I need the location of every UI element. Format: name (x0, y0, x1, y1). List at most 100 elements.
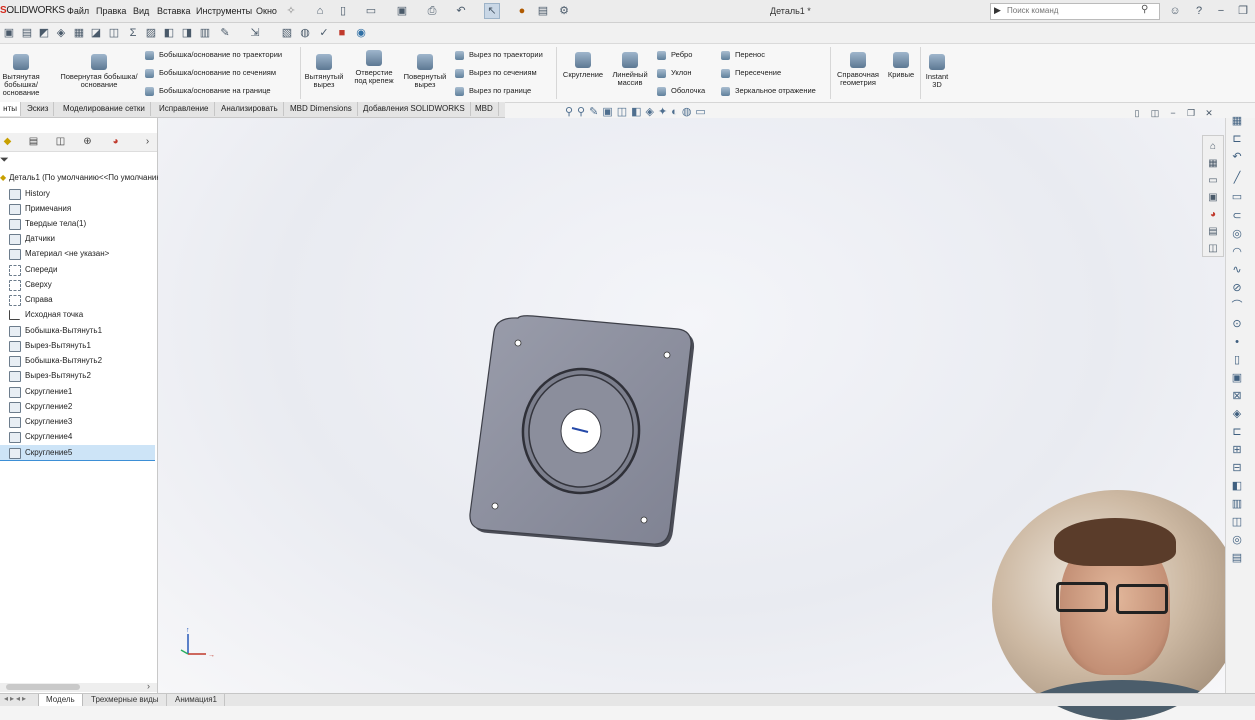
panel-more-icon[interactable]: › (140, 135, 155, 148)
sketch-ellipse-icon[interactable]: ⊘ (1230, 282, 1244, 294)
sketch-extend-icon[interactable]: ⊟ (1230, 462, 1244, 474)
reference-geometry-button[interactable]: Справочная геометрия (834, 52, 882, 87)
sketch-arc-icon[interactable]: ◠ (1230, 246, 1244, 258)
toolbar-icon-12[interactable]: ▥ (198, 26, 212, 40)
tree-item-origin[interactable]: Исходная точка (0, 307, 157, 322)
sketch-fillet-icon[interactable]: ⌒ (1230, 300, 1244, 312)
tree-item-fillet4[interactable]: Скругление4 (0, 429, 157, 444)
restore-icon[interactable]: ❐ (1236, 4, 1250, 18)
toolbar-icon-16[interactable]: ◍ (298, 26, 312, 40)
pin-icon[interactable]: ✧ (284, 4, 298, 18)
property-manager-tab-icon[interactable]: ▤ (26, 135, 41, 148)
tree-item-front-plane[interactable]: Спереди (0, 262, 157, 277)
extruded-cut-button[interactable]: Вытянутый вырез (304, 54, 344, 89)
sketch-text-icon[interactable]: ▯ (1230, 354, 1244, 366)
menu-edit[interactable]: Правка (96, 6, 126, 16)
tab-3d-views[interactable]: Трехмерные виды (84, 694, 167, 706)
print-icon[interactable]: ⎙ (425, 4, 439, 18)
toolbar-icon-6[interactable]: ◪ (89, 26, 103, 40)
toolbar-icon-4[interactable]: ◈ (54, 26, 68, 40)
boundary-boss-button[interactable]: Бобышка/основание на границе (145, 86, 271, 96)
tab-scroll-arrows-icon[interactable]: ◂▸◂▸ (4, 694, 28, 703)
custom-properties-icon[interactable]: ▤ (1206, 225, 1220, 239)
tree-root[interactable]: ◆ Деталь1 (По умолчанию<<По умолчанию>) (0, 170, 170, 185)
filter-icon[interactable]: ⏷ (0, 154, 9, 167)
user-icon[interactable]: ☺ (1168, 4, 1182, 18)
hole-wizard-button[interactable]: Отверстие под крепеж (350, 50, 398, 85)
tab-sketch[interactable]: Эскиз (22, 102, 55, 116)
tree-item-right-plane[interactable]: Справа (0, 292, 157, 307)
sketch-undo-icon[interactable]: ↶ (1230, 151, 1244, 163)
lofted-cut-button[interactable]: Вырез по сечениям (455, 68, 537, 78)
curves-button[interactable]: Кривые (884, 52, 918, 79)
new-document-icon[interactable]: ▯ (336, 4, 350, 18)
menu-tools[interactable]: Инструменты (196, 6, 252, 16)
sketch-point-icon[interactable]: • (1230, 336, 1244, 348)
appearances-icon[interactable]: ◕ (1206, 208, 1220, 222)
sketch-polygon-icon[interactable]: ⊙ (1230, 318, 1244, 330)
sketch-rectangle-icon[interactable]: ⊏ (1230, 133, 1244, 145)
tab-mbd-dimensions[interactable]: MBD Dimensions (285, 102, 358, 116)
toolbar-icon-14[interactable]: ⇲ (248, 26, 262, 40)
sketch-plane-icon[interactable]: ▣ (1230, 372, 1244, 384)
shell-button[interactable]: Оболочка (657, 86, 705, 96)
toolbar-icon-13[interactable]: ✎ (218, 26, 232, 40)
panel-horizontal-scrollbar[interactable]: › (0, 681, 157, 692)
intersect-button[interactable]: Пересечение (721, 68, 781, 78)
feature-manager-tab-icon[interactable]: ◆ (0, 135, 15, 148)
rebuild-icon[interactable]: ● (515, 4, 529, 18)
tree-item-annotations[interactable]: Примечания (0, 201, 157, 216)
search-box[interactable]: ▶ ⚲ (990, 3, 1160, 20)
menu-view[interactable]: Вид (133, 6, 149, 16)
open-icon[interactable]: ▭ (364, 4, 378, 18)
heads-up-view-toolbar[interactable]: ⚲⚲✎▣◫◧◈✦◐◍▭ (565, 105, 710, 118)
sketch-grid-icon[interactable]: ▦ (1230, 115, 1244, 127)
toolbar-icon-1[interactable]: ▣ (2, 26, 16, 40)
tab-solidworks-addins[interactable]: Добавления SOLIDWORKS (358, 102, 471, 116)
tree-item-boss-extrude1[interactable]: Бобышка-Вытянуть1 (0, 323, 157, 338)
menu-insert[interactable]: Вставка (157, 6, 190, 16)
toolbar-icon-15[interactable]: ▧ (280, 26, 294, 40)
file-explorer-icon[interactable]: ▭ (1206, 174, 1220, 188)
tab-evaluate[interactable]: Анализировать (216, 102, 284, 116)
fillet-button[interactable]: Скругление (560, 52, 606, 79)
stop-icon[interactable]: ■ (335, 26, 349, 40)
solidworks-logo[interactable]: SOLIDWORKS (0, 5, 65, 16)
tree-item-cut-extrude1[interactable]: Вырез-Вытянуть1 (0, 338, 157, 353)
lofted-boss-button[interactable]: Бобышка/основание по сечениям (145, 68, 276, 78)
extruded-boss-button[interactable]: Вытянутая бобышка/основание (0, 54, 42, 97)
tree-item-material[interactable]: Материал <не указан> (0, 246, 157, 261)
home-icon[interactable]: ⌂ (313, 4, 327, 18)
sketch-slot-icon[interactable]: ⊂ (1230, 210, 1244, 222)
select-arrow-icon[interactable]: ↖ (484, 3, 500, 19)
tree-item-boss-extrude2[interactable]: Бобышка-Вытянуть2 (0, 353, 157, 368)
task-home-icon[interactable]: ⌂ (1206, 140, 1220, 154)
tree-item-fillet1[interactable]: Скругление1 (0, 384, 157, 399)
tab-mbd[interactable]: MBD (470, 102, 499, 116)
revolved-boss-button[interactable]: Повернутая бобышка/основание (60, 54, 138, 89)
draft-button[interactable]: Уклон (657, 68, 692, 78)
instant3d-button[interactable]: Instant 3D (922, 54, 952, 89)
configuration-manager-tab-icon[interactable]: ◫ (53, 135, 68, 148)
swept-cut-button[interactable]: Вырез по траектории (455, 50, 543, 60)
tree-item-sensors[interactable]: Датчики (0, 231, 157, 246)
mirror-button[interactable]: Зеркальное отражение (721, 86, 816, 96)
view-palette-icon[interactable]: ▣ (1206, 191, 1220, 205)
linear-pattern-button[interactable]: Линейный массив (610, 52, 650, 87)
help-icon[interactable]: ? (1192, 4, 1206, 18)
tab-features[interactable]: Элементы (0, 102, 21, 116)
toolbar-icon-7[interactable]: ◫ (107, 26, 121, 40)
part-plate[interactable] (469, 315, 695, 548)
options-gear-icon[interactable]: ⚙ (557, 4, 571, 18)
undo-icon[interactable]: ↶ (454, 4, 468, 18)
minimize-icon[interactable]: − (1214, 4, 1228, 18)
tab-repair[interactable]: Исправление (154, 102, 215, 116)
dimxpert-tab-icon[interactable]: ⊕ (80, 135, 95, 148)
rib-button[interactable]: Ребро (657, 50, 692, 60)
design-library-icon[interactable]: ▦ (1206, 157, 1220, 171)
sketch-pattern-icon[interactable]: ▥ (1230, 498, 1244, 510)
boundary-cut-button[interactable]: Вырез по границе (455, 86, 531, 96)
tree-item-history[interactable]: History (0, 186, 157, 201)
check-circle-icon[interactable]: ✓ (317, 26, 331, 40)
tree-item-top-plane[interactable]: Сверху (0, 277, 157, 292)
